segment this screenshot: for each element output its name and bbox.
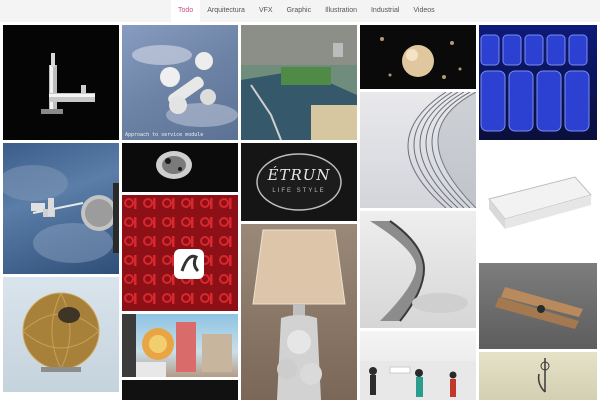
- gallery-item-white-tray[interactable]: [479, 143, 597, 260]
- gallery-item-space-station-approach[interactable]: Approach to service module: [122, 25, 238, 140]
- gallery-item-space-station-earth[interactable]: [3, 143, 119, 274]
- gallery-item-harbor-aerial[interactable]: [241, 25, 357, 140]
- gallery-item-etrun-logo[interactable]: ÉTRUN LIFE STYLE: [241, 143, 357, 221]
- filter-illustration[interactable]: Illustration: [318, 0, 364, 22]
- filter-industrial[interactable]: Industrial: [364, 0, 406, 22]
- white-tray-image: [488, 176, 592, 229]
- red-pattern-image: [122, 195, 238, 311]
- gallery-item-urban-art[interactable]: [122, 314, 238, 377]
- curved-architecture-image: [407, 92, 476, 208]
- filter-arquitectura[interactable]: Arquitectura: [200, 0, 252, 22]
- gallery-item-blue-glasses[interactable]: [479, 25, 597, 140]
- etrun-logo-subtext: LIFE STYLE: [272, 188, 326, 194]
- filter-videos[interactable]: Videos: [406, 0, 441, 22]
- lamp-sculpture-image: [252, 229, 346, 400]
- wire-sculpture-image: [537, 358, 550, 393]
- urban-art-image: [122, 314, 232, 377]
- gallery-item-clothespin[interactable]: [479, 263, 597, 349]
- gallery-item-splash-sculpture[interactable]: [360, 25, 476, 89]
- etrun-logo-text: ÉTRUN: [267, 166, 331, 184]
- gallery-item-wire-sculpture[interactable]: [479, 352, 597, 400]
- faucet-image: [41, 53, 95, 114]
- top-nav-bar: Todo Arquitectura VFX Graphic Illustrati…: [0, 0, 600, 22]
- space-station-approach-image: [132, 45, 238, 127]
- gallery-item-interior-scene[interactable]: [360, 331, 476, 400]
- dark-object-image: [156, 151, 192, 179]
- gallery-item-sphere-building[interactable]: [3, 277, 119, 392]
- gallery-item-lamp-sculpture[interactable]: [241, 224, 357, 400]
- blue-glasses-image: [480, 34, 590, 132]
- hourglass-sculpture-image: [370, 220, 468, 322]
- gallery-item-curved-architecture[interactable]: [360, 92, 476, 208]
- gallery-item-dark-bottom[interactable]: [122, 380, 238, 400]
- filter-bar: Todo Arquitectura VFX Graphic Illustrati…: [171, 0, 442, 22]
- space-station-caption: Approach to service module: [125, 132, 204, 138]
- harbor-aerial-image: [241, 25, 357, 140]
- clothespin-image: [495, 287, 583, 329]
- filter-todo[interactable]: Todo: [171, 0, 201, 22]
- gallery-item-red-pattern[interactable]: [122, 195, 238, 311]
- sphere-building-image: [22, 292, 100, 372]
- splash-sculpture-image: [380, 37, 462, 79]
- filter-vfx[interactable]: VFX: [252, 0, 280, 22]
- filter-graphic[interactable]: Graphic: [280, 0, 319, 22]
- space-station-image: [3, 165, 119, 263]
- gallery-item-dark-object[interactable]: [122, 143, 238, 192]
- gallery-item-hourglass-sculpture[interactable]: [360, 211, 476, 328]
- interior-scene-image: [360, 361, 476, 400]
- gallery-item-faucet[interactable]: [3, 25, 119, 140]
